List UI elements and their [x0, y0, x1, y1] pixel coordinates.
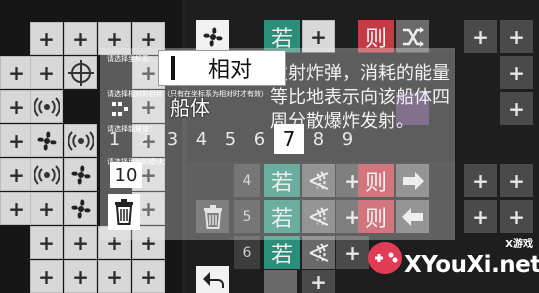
energy-option[interactable]: 9: [333, 125, 362, 153]
add-cell-button[interactable]: +: [464, 164, 497, 197]
energy-option[interactable]: 1: [100, 125, 129, 153]
coord-system-value: 相对: [207, 58, 252, 83]
watermark-tag: X游戏: [505, 239, 533, 250]
shuffle-icon: [402, 26, 424, 47]
add-cell-button[interactable]: +: [500, 56, 533, 89]
add-cell-button[interactable]: +: [30, 22, 63, 55]
add-cell-button[interactable]: +: [30, 192, 63, 225]
fan-module-cell[interactable]: [64, 192, 97, 225]
row-number: 6: [234, 236, 260, 269]
fan-icon: [36, 130, 57, 151]
add-cell-button[interactable]: +: [30, 226, 63, 259]
energy-option[interactable]: 4: [187, 125, 216, 153]
back-arrow-icon: [202, 271, 224, 288]
signal-module-cell[interactable]: [64, 124, 97, 157]
add-cell-button[interactable]: +: [500, 20, 533, 53]
add-cell-button[interactable]: +: [64, 260, 97, 293]
add-cell-button[interactable]: +: [464, 200, 497, 233]
energy-option[interactable]: 5: [216, 125, 245, 153]
fan-icon: [202, 26, 223, 47]
add-cell-button[interactable]: +: [500, 92, 533, 125]
add-cell-button[interactable]: +: [132, 260, 165, 293]
delete-button[interactable]: [108, 194, 140, 230]
add-cell-button[interactable]: +: [500, 200, 533, 233]
radar-command-cell[interactable]: [302, 236, 335, 269]
add-cell-button[interactable]: +: [0, 192, 33, 225]
watermark-logo: X游戏 XYouXi.net: [360, 232, 539, 293]
add-cell-button[interactable]: +: [500, 164, 533, 197]
coord-system-label: 请选择坐标系：: [107, 55, 156, 63]
add-cell-button[interactable]: +: [0, 158, 33, 191]
energy-option[interactable]: 2: [129, 125, 158, 153]
signal-icon: [33, 164, 60, 185]
add-cell-button[interactable]: +: [98, 260, 131, 293]
crosshair-module-cell[interactable]: [64, 56, 97, 89]
signal-module-cell[interactable]: [30, 158, 63, 191]
add-cell-button[interactable]: +: [464, 20, 497, 53]
radar-command-cell[interactable]: [264, 270, 297, 293]
watermark-site: XYouXi.net: [404, 252, 539, 278]
module-count-input[interactable]: 10: [110, 162, 142, 188]
signal-icon: [67, 130, 94, 151]
crosshair-icon: [67, 59, 94, 86]
fan-module-cell[interactable]: [64, 158, 97, 191]
energy-option[interactable]: 6: [245, 125, 274, 153]
add-cell-button[interactable]: +: [30, 56, 63, 89]
game-editor-screen: + + + + + + + + + + + + + + + + + + + + …: [0, 0, 539, 293]
fan-icon: [70, 164, 91, 185]
energy-value-selector: 123456789: [100, 124, 362, 154]
add-cell-button[interactable]: +: [0, 124, 33, 157]
add-cell-button[interactable]: +: [30, 260, 63, 293]
gamepad-logo-icon: [368, 242, 402, 274]
relative-target-select[interactable]: 船体: [110, 94, 270, 120]
add-cell-button[interactable]: +: [0, 90, 33, 123]
energy-option[interactable]: 7: [274, 124, 304, 154]
condition-cell[interactable]: 若: [264, 236, 300, 269]
energy-option[interactable]: 3: [158, 125, 187, 153]
relative-target-value: 船体: [170, 95, 210, 120]
signal-icon: [33, 96, 60, 117]
add-cell-button[interactable]: +: [64, 226, 97, 259]
add-cell-button[interactable]: +: [0, 56, 33, 89]
energy-option[interactable]: 8: [304, 125, 333, 153]
trash-icon: [115, 199, 133, 225]
back-command-cell[interactable]: [196, 266, 229, 293]
signal-module-cell[interactable]: [30, 90, 63, 123]
ship-grid-icon: [112, 102, 128, 116]
radar-icon: [309, 242, 328, 263]
fan-module-cell[interactable]: [30, 124, 63, 157]
fan-icon: [70, 198, 91, 219]
add-cell-button[interactable]: +: [302, 270, 335, 293]
coord-system-select[interactable]: 相对: [158, 50, 286, 86]
add-cell-button[interactable]: +: [64, 22, 97, 55]
